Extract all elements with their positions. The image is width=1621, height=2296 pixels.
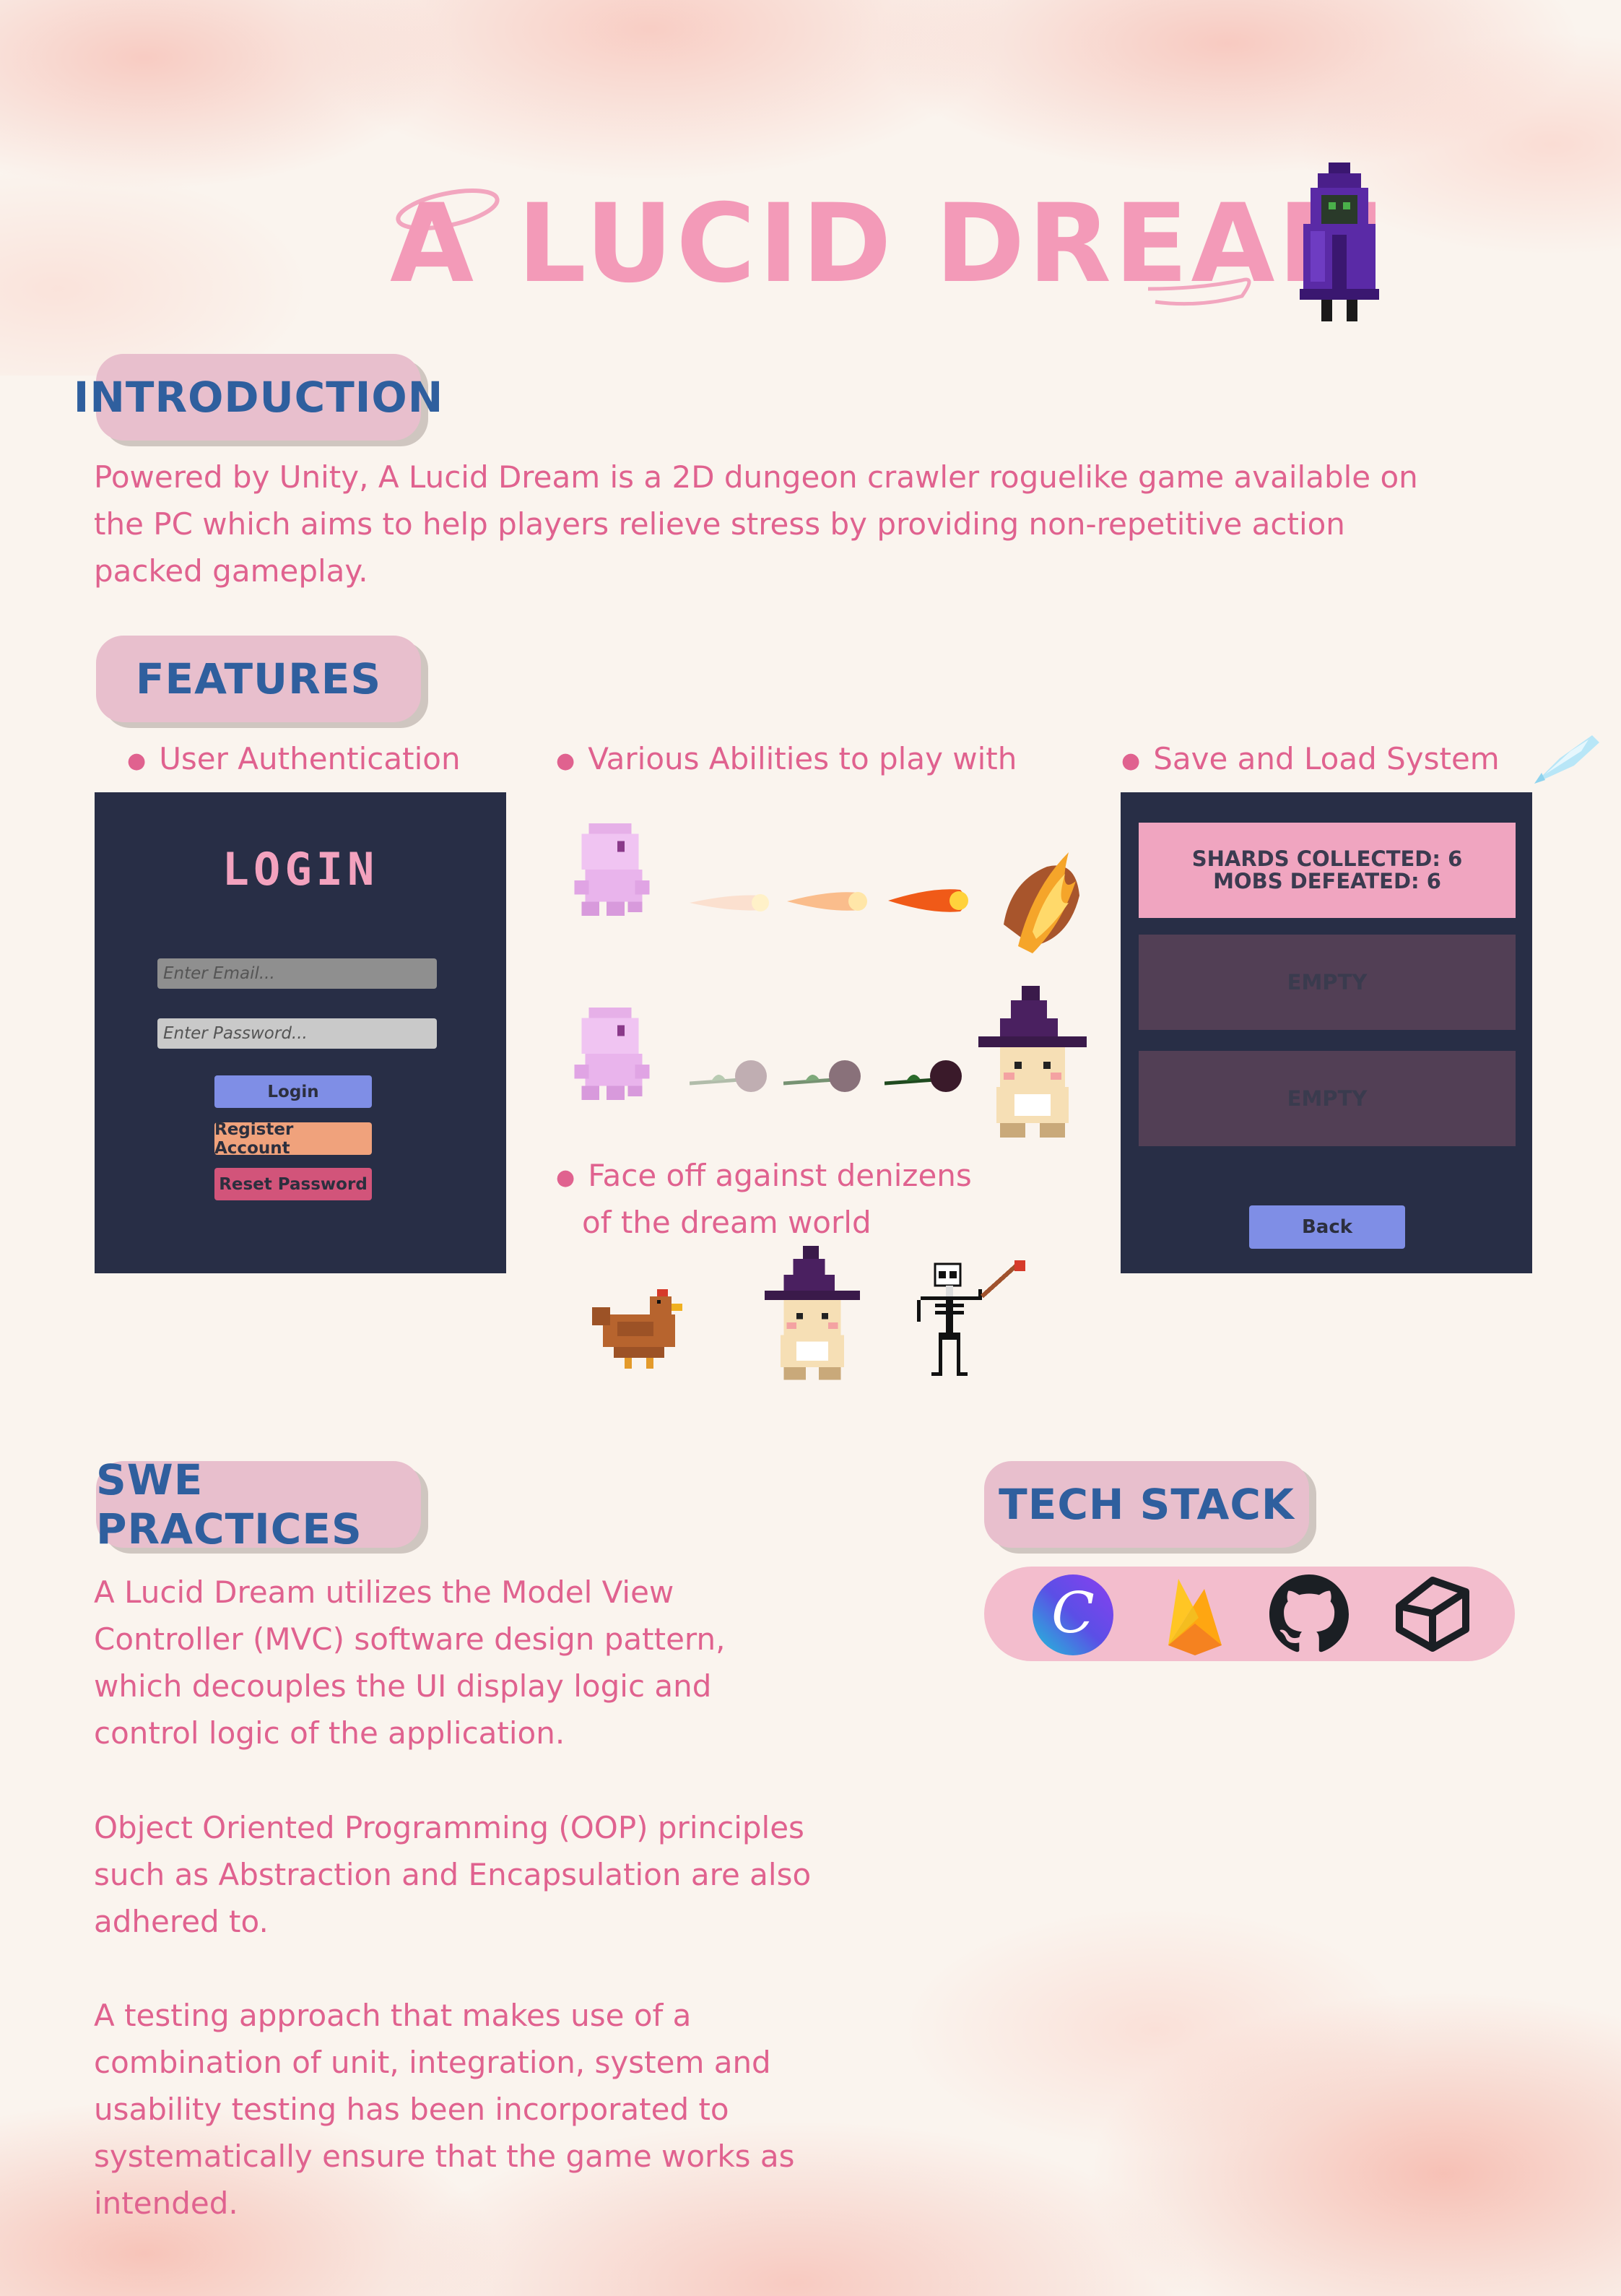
chicken-enemy-sprite bbox=[592, 1289, 682, 1369]
rose-projectile-icon bbox=[690, 1060, 767, 1092]
firebase-icon bbox=[1168, 1579, 1222, 1655]
paragraph-line: A Lucid Dream utilizes the Model View bbox=[94, 1574, 674, 1610]
paragraph-line: adhered to. bbox=[94, 1904, 269, 1939]
save-load-screenshot: SHARDS COLLECTED: 6 MOBS DEFEATED: 6 EMP… bbox=[1121, 792, 1532, 1273]
login-screenshot: LOGIN Enter Email... Enter Password... L… bbox=[95, 792, 506, 1273]
bullet-user-authentication: ● User Authentication bbox=[127, 741, 461, 776]
bullet-save-load: ● Save and Load System bbox=[1121, 741, 1500, 776]
introduction-line: Powered by Unity, A Lucid Dream is a 2D … bbox=[94, 459, 1418, 495]
save-slot-mobs: MOBS DEFEATED: 6 bbox=[1213, 869, 1441, 893]
save-slot-2[interactable]: EMPTY bbox=[1139, 935, 1516, 1030]
bullet-label: of the dream world bbox=[582, 1205, 872, 1240]
save-slot-1[interactable]: SHARDS COLLECTED: 6 MOBS DEFEATED: 6 bbox=[1139, 823, 1516, 918]
rose-projectile-icon bbox=[783, 1060, 861, 1092]
fireball-projectile-icon bbox=[888, 889, 968, 912]
bullet-label: Face off against denizens bbox=[588, 1158, 972, 1193]
features-heading: FEATURES bbox=[96, 636, 421, 722]
rose-projectile-icon bbox=[885, 1060, 962, 1092]
paragraph-line: A testing approach that makes use of a bbox=[94, 1998, 692, 2033]
canva-icon: C bbox=[1033, 1574, 1113, 1655]
save-slot-empty-label: EMPTY bbox=[1287, 1086, 1368, 1111]
login-button[interactable]: Login bbox=[214, 1075, 372, 1108]
ghost-player-sprite bbox=[574, 823, 650, 917]
paragraph-line: Controller (MVC) software design pattern… bbox=[94, 1621, 726, 1657]
github-icon bbox=[1269, 1574, 1349, 1652]
introduction-text: Powered by Unity, A Lucid Dream is a 2D … bbox=[94, 454, 1538, 594]
bullet-abilities: ● Various Abilities to play with bbox=[556, 741, 1017, 776]
skeleton-enemy-sprite bbox=[917, 1260, 1025, 1376]
fireball-projectile-icon bbox=[787, 892, 867, 911]
save-slot-shards: SHARDS COLLECTED: 6 bbox=[1191, 846, 1463, 871]
paragraph-line: systematically ensure that the game work… bbox=[94, 2139, 795, 2174]
bullet-label: Various Abilities to play with bbox=[588, 741, 1017, 776]
paragraph-line: Object Oriented Programming (OOP) princi… bbox=[94, 1810, 804, 1845]
ghost-player-sprite bbox=[574, 1007, 650, 1101]
bullet-label: Save and Load System bbox=[1153, 741, 1500, 776]
save-slot-empty-label: EMPTY bbox=[1287, 969, 1368, 995]
svg-text:C: C bbox=[1051, 1581, 1095, 1646]
reset-password-button[interactable]: Reset Password bbox=[214, 1168, 372, 1200]
hooded-wizard-sprite bbox=[1300, 163, 1379, 321]
tech-stack-heading: TECH STACK bbox=[984, 1461, 1309, 1548]
unity-icon bbox=[1396, 1577, 1469, 1652]
paragraph-line: combination of unit, integration, system… bbox=[94, 2045, 771, 2080]
witch-enemy-sprite bbox=[978, 986, 1087, 1138]
login-title: LOGIN bbox=[222, 843, 379, 896]
save-slot-3[interactable]: EMPTY bbox=[1139, 1051, 1516, 1146]
introduction-heading: INTRODUCTION bbox=[74, 354, 443, 441]
bullet-enemies: ● Face off against denizens bbox=[556, 1158, 972, 1193]
swe-paragraph-oop: Object Oriented Programming (OOP) princi… bbox=[94, 1804, 924, 1945]
bullet-label: User Authentication bbox=[159, 741, 461, 776]
swe-practices-heading: SWE PRACTICES bbox=[96, 1455, 421, 1554]
email-field[interactable]: Enter Email... bbox=[157, 958, 437, 989]
burning-chicken-sprite bbox=[1004, 852, 1079, 953]
fireball-projectile-icon bbox=[690, 894, 769, 911]
crystal-shard-icon bbox=[1534, 735, 1599, 784]
back-button[interactable]: Back bbox=[1249, 1205, 1405, 1249]
introduction-line: packed gameplay. bbox=[94, 553, 368, 589]
paragraph-line: usability testing has been incorporated … bbox=[94, 2092, 729, 2127]
swe-paragraph-mvc: A Lucid Dream utilizes the Model View Co… bbox=[94, 1569, 924, 1756]
page-title: A LUCID DREAM bbox=[390, 181, 1389, 307]
register-account-button[interactable]: Register Account bbox=[214, 1120, 372, 1158]
introduction-line: the PC which aims to help players reliev… bbox=[94, 506, 1345, 542]
witch-enemy-sprite bbox=[764, 1246, 861, 1380]
bullet-enemies-continued: of the dream world bbox=[582, 1199, 872, 1246]
swe-paragraph-testing: A testing approach that makes use of a c… bbox=[94, 1992, 924, 2227]
paragraph-line: which decouples the UI display logic and bbox=[94, 1668, 712, 1704]
paragraph-line: control logic of the application. bbox=[94, 1715, 565, 1751]
password-field[interactable]: Enter Password... bbox=[157, 1018, 437, 1049]
paragraph-line: such as Abstraction and Encapsulation ar… bbox=[94, 1857, 812, 1892]
paragraph-line: intended. bbox=[94, 2185, 238, 2221]
